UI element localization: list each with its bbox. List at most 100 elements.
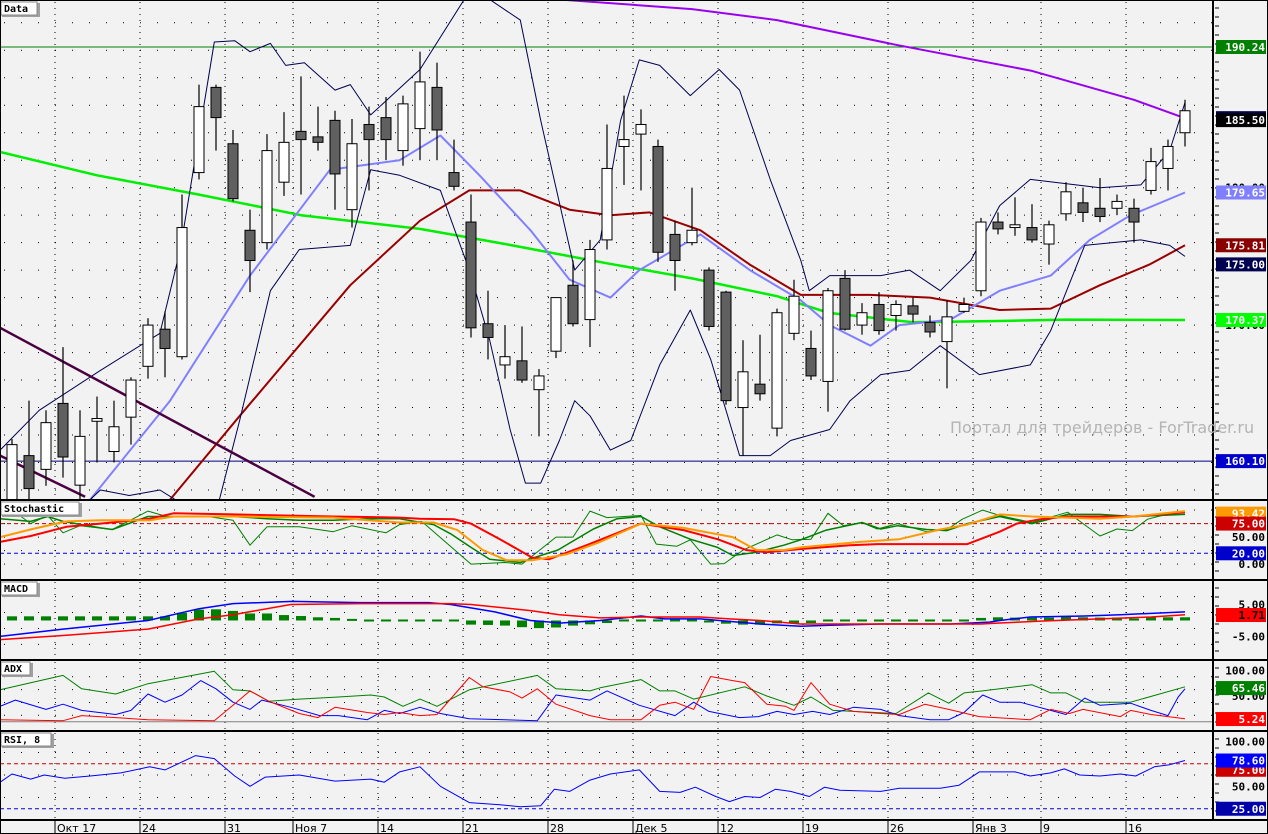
- bear-candle-body: [465, 221, 477, 329]
- bear-candle-body: [159, 328, 171, 349]
- bear-candle-body: [295, 130, 307, 141]
- bull-candle-body: [125, 379, 137, 418]
- bear-candle-body: [329, 119, 341, 175]
- macd-histogram-bar: [653, 619, 663, 622]
- date-label: 31: [227, 822, 241, 834]
- bull-candle-body: [193, 106, 205, 174]
- date-label: Дек 5: [635, 822, 668, 834]
- bull-candle-body: [890, 303, 902, 316]
- date-label: 9: [1043, 822, 1050, 834]
- bull-candle-body: [822, 290, 834, 382]
- value-tag-text: 5.24: [1239, 713, 1266, 726]
- value-tag-text: 170.37: [1225, 314, 1265, 327]
- bull-candle-body: [788, 295, 800, 334]
- bull-candle-body: [74, 435, 86, 486]
- bull-candle-body: [584, 249, 596, 321]
- candle: [261, 134, 273, 250]
- bear-candle-body: [1026, 227, 1038, 241]
- macd-histogram-bar: [313, 617, 323, 621]
- value-tag-text: 190.24: [1225, 41, 1265, 54]
- date-label: Янв 3: [975, 822, 1007, 834]
- macd-histogram-bar: [24, 616, 34, 621]
- date-label: 12: [720, 822, 734, 834]
- bull-candle-body: [958, 303, 970, 312]
- value-tag-text: 65.46: [1232, 682, 1265, 695]
- bull-candle-body: [108, 426, 120, 452]
- bear-candle-body: [754, 383, 766, 395]
- date-label: 19: [805, 822, 819, 834]
- bear-candle-body: [448, 172, 460, 187]
- bull-candle-body: [278, 141, 290, 183]
- candle: [703, 267, 715, 331]
- macd-histogram-bar: [449, 619, 459, 622]
- bull-candle-body: [397, 103, 409, 152]
- axis-label: 50.00: [1232, 780, 1265, 793]
- value-tag-text: 78.60: [1232, 755, 1265, 768]
- axis-label: -5.00: [1232, 630, 1265, 643]
- bull-candle-body: [601, 167, 613, 241]
- macd-histogram-bar: [857, 619, 867, 622]
- value-tag-text: 175.00: [1225, 258, 1265, 271]
- bear-candle-body: [1094, 207, 1106, 218]
- bear-candle-body: [312, 136, 324, 143]
- candle: [839, 270, 851, 331]
- date-label: Ноя 7: [295, 822, 327, 834]
- macd-histogram-bar: [483, 620, 493, 625]
- macd-histogram-bar: [347, 618, 357, 621]
- macd-histogram-bar: [1129, 618, 1139, 621]
- macd-histogram-bar: [636, 619, 646, 622]
- bear-candle-body: [210, 86, 222, 119]
- value-tag-text: 20.00: [1232, 547, 1265, 560]
- macd-histogram-bar: [126, 616, 136, 621]
- macd-histogram-bar: [330, 617, 340, 621]
- bull-candle-body: [261, 150, 273, 244]
- bear-candle-body: [380, 117, 392, 141]
- date-label: 21: [465, 822, 479, 834]
- macd-histogram-bar: [823, 619, 833, 622]
- bear-candle-body: [992, 221, 1004, 230]
- macd-histogram-bar: [619, 619, 629, 622]
- candle: [720, 290, 732, 405]
- macd-histogram-bar: [925, 619, 935, 622]
- bear-candle-body: [567, 284, 579, 325]
- panel-title: MACD: [4, 584, 28, 595]
- bear-candle-body: [924, 321, 936, 333]
- value-tag-text: 175.81: [1225, 239, 1265, 252]
- macd-histogram-bar: [500, 620, 510, 626]
- bear-candle-body: [482, 323, 494, 338]
- bull-candle-body: [533, 375, 545, 391]
- macd-histogram-bar: [364, 619, 374, 622]
- macd-histogram-bar: [75, 616, 85, 621]
- value-tag-text: 75.00: [1232, 518, 1265, 531]
- bull-candle-body: [1060, 191, 1072, 215]
- watermark: Портал для трейдеров - ForTrader.ru: [950, 418, 1254, 437]
- date-label: 24: [142, 822, 156, 834]
- macd-histogram-bar: [891, 619, 901, 622]
- macd-histogram-bar: [908, 619, 918, 622]
- macd-histogram-bar: [381, 619, 391, 622]
- bear-candle-body: [805, 347, 817, 377]
- bull-candle-body: [1162, 145, 1174, 169]
- bear-candle-body: [1128, 207, 1140, 223]
- axis-label: 100.00: [1225, 664, 1265, 677]
- candle: [975, 217, 987, 297]
- bear-candle-body: [244, 229, 256, 262]
- bull-candle-body: [6, 444, 18, 499]
- bear-candle-body: [227, 143, 239, 200]
- bull-candle-body: [635, 123, 647, 135]
- panel-title: Data: [4, 4, 28, 15]
- panel-title: RSI, 8: [4, 735, 40, 746]
- macd-histogram-bar: [245, 613, 255, 621]
- macd-histogram-bar: [840, 619, 850, 622]
- macd-histogram-bar: [92, 616, 102, 621]
- trading-chart: Data185.00180.00170.00190.24185.06185.50…: [0, 0, 1268, 834]
- bull-candle-body: [40, 422, 52, 470]
- bull-candle-body: [975, 221, 987, 292]
- bear-candle-body: [652, 145, 664, 253]
- bear-candle-body: [23, 455, 35, 490]
- bear-candle-body: [703, 269, 715, 327]
- date-label: 26: [890, 822, 904, 834]
- bull-candle-body: [346, 143, 358, 211]
- bull-candle-body: [414, 81, 426, 130]
- bear-candle-body: [669, 233, 681, 262]
